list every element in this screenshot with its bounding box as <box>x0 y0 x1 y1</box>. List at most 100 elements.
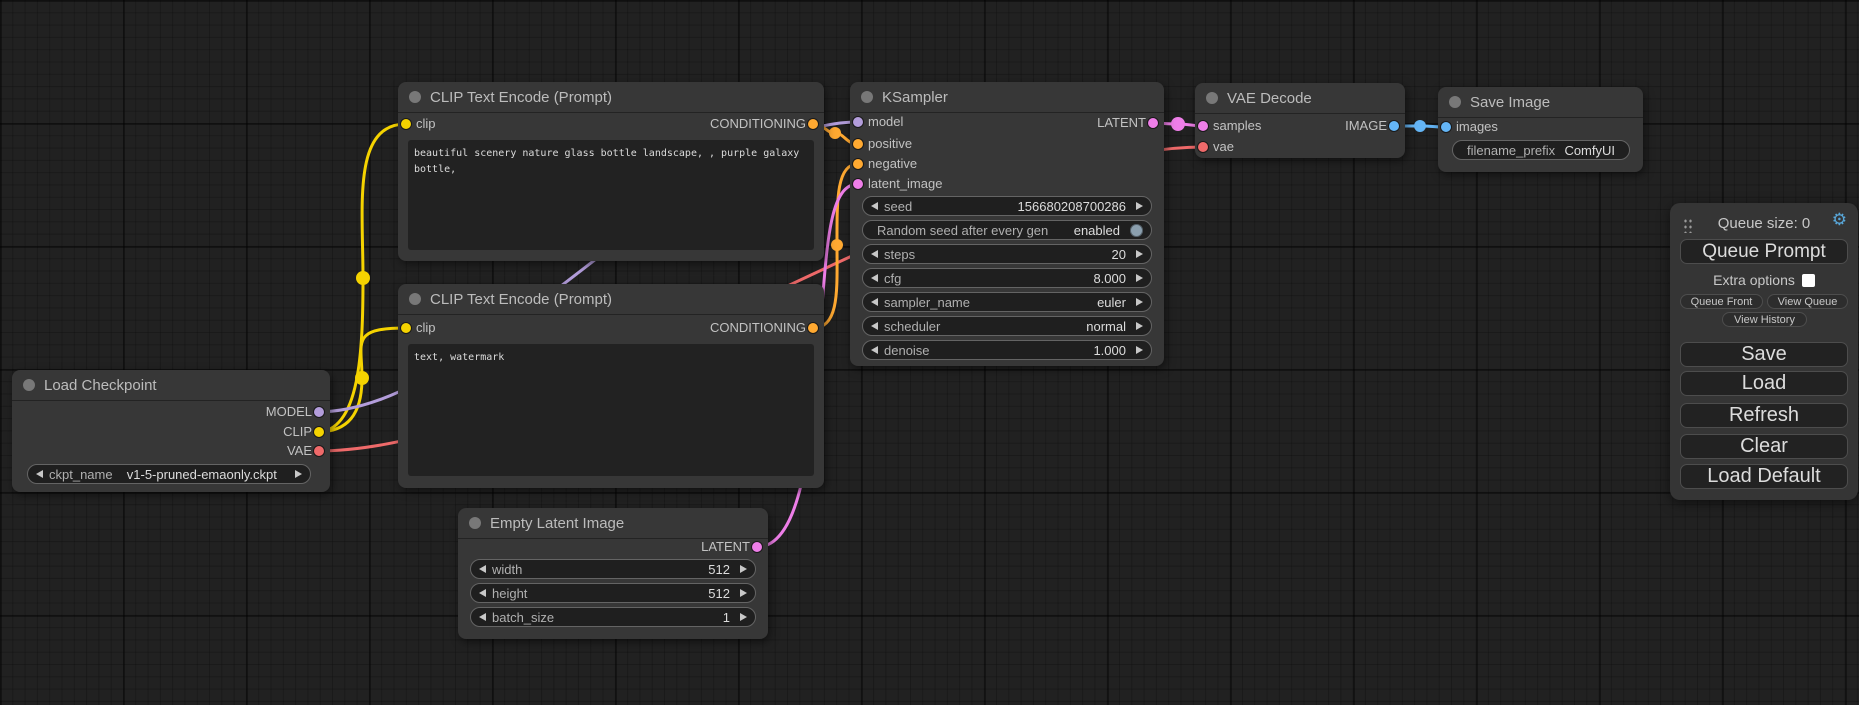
widget-label: steps <box>884 247 915 262</box>
model-input-slot[interactable] <box>853 117 863 127</box>
next-arrow-icon[interactable] <box>740 565 747 573</box>
save-button[interactable]: Save <box>1680 342 1848 367</box>
collapse-dot-icon[interactable] <box>1449 96 1461 108</box>
collapse-dot-icon[interactable] <box>1206 92 1218 104</box>
positive-input-slot[interactable] <box>853 139 863 149</box>
batch-size-widget[interactable]: batch_size 1 <box>470 607 756 627</box>
node-save-image[interactable]: Save Image images filename_prefix ComfyU… <box>1438 87 1643 172</box>
view-queue-button[interactable]: View Queue <box>1767 294 1848 309</box>
ckpt-name-widget[interactable]: ckpt_name v1-5-pruned-emaonly.ckpt <box>27 464 311 484</box>
clip-output-slot[interactable] <box>314 427 324 437</box>
node-clip-text-encode-negative[interactable]: CLIP Text Encode (Prompt) clip CONDITION… <box>398 284 824 488</box>
collapse-dot-icon[interactable] <box>861 91 873 103</box>
filename-prefix-widget[interactable]: filename_prefix ComfyUI <box>1452 140 1630 160</box>
collapse-dot-icon[interactable] <box>409 91 421 103</box>
node-title-bar[interactable]: Empty Latent Image <box>458 508 768 539</box>
refresh-button[interactable]: Refresh <box>1680 403 1848 428</box>
reroute-dot[interactable] <box>829 127 841 139</box>
next-arrow-icon[interactable] <box>1136 322 1143 330</box>
next-arrow-icon[interactable] <box>740 613 747 621</box>
extra-options-checkbox[interactable] <box>1802 274 1815 287</box>
node-empty-latent-image[interactable]: Empty Latent Image LATENT width 512 heig… <box>458 508 768 639</box>
seed-widget[interactable]: seed 156680208700286 <box>862 196 1152 216</box>
prev-arrow-icon[interactable] <box>871 250 878 258</box>
load-default-button[interactable]: Load Default <box>1680 464 1848 489</box>
height-widget[interactable]: height 512 <box>470 583 756 603</box>
samples-input-slot[interactable] <box>1198 121 1208 131</box>
image-output-slot[interactable] <box>1389 121 1399 131</box>
random-seed-toggle-widget[interactable]: Random seed after every gen enabled <box>862 220 1152 240</box>
node-clip-text-encode-positive[interactable]: CLIP Text Encode (Prompt) clip CONDITION… <box>398 82 824 261</box>
node-title-bar[interactable]: CLIP Text Encode (Prompt) <box>398 82 824 113</box>
prev-arrow-icon[interactable] <box>479 613 486 621</box>
input-label-latent-image: latent_image <box>868 176 942 191</box>
prev-arrow-icon[interactable] <box>871 274 878 282</box>
node-title-bar[interactable]: KSampler <box>850 82 1164 113</box>
clip-input-slot[interactable] <box>401 119 411 129</box>
widget-value: 8.000 <box>907 271 1126 286</box>
next-arrow-icon[interactable] <box>1136 202 1143 210</box>
negative-input-slot[interactable] <box>853 159 863 169</box>
latent-output-slot[interactable] <box>752 542 762 552</box>
node-ksampler[interactable]: KSampler LATENT model positive negative … <box>850 82 1164 366</box>
output-label-latent: LATENT <box>1097 115 1146 130</box>
prev-arrow-icon[interactable] <box>479 565 486 573</box>
queue-size-label: Queue size: 0 <box>1670 215 1858 232</box>
reroute-dot[interactable] <box>831 239 843 251</box>
prev-arrow-icon[interactable] <box>871 202 878 210</box>
next-arrow-icon[interactable] <box>1136 274 1143 282</box>
queue-front-button[interactable]: Queue Front <box>1680 294 1763 309</box>
reroute-dot[interactable] <box>355 371 369 385</box>
next-arrow-icon[interactable] <box>1136 298 1143 306</box>
latent-image-input-slot[interactable] <box>853 179 863 189</box>
width-widget[interactable]: width 512 <box>470 559 756 579</box>
prev-arrow-icon[interactable] <box>36 470 43 478</box>
widget-label: width <box>492 562 522 577</box>
node-vae-decode[interactable]: VAE Decode samples vae IMAGE <box>1195 83 1405 158</box>
scheduler-widget[interactable]: scheduler normal <box>862 316 1152 336</box>
refresh-label: Refresh <box>1729 404 1799 427</box>
reroute-dot[interactable] <box>1171 117 1185 131</box>
conditioning-output-slot[interactable] <box>808 119 818 129</box>
next-arrow-icon[interactable] <box>1136 250 1143 258</box>
latent-output-slot[interactable] <box>1148 118 1158 128</box>
comfyui-canvas[interactable]: { "nodes": { "load_checkpoint": { "title… <box>0 0 1859 705</box>
toggle-dot-icon[interactable] <box>1130 224 1143 237</box>
view-history-button[interactable]: View History <box>1722 312 1807 327</box>
node-title-bar[interactable]: VAE Decode <box>1195 83 1405 114</box>
queue-menu-panel[interactable]: Queue size: 0 ⚙ Queue Prompt Extra optio… <box>1670 203 1858 500</box>
prompt-textarea[interactable]: beautiful scenery nature glass bottle la… <box>408 140 814 250</box>
load-button[interactable]: Load <box>1680 371 1848 396</box>
collapse-dot-icon[interactable] <box>469 517 481 529</box>
collapse-dot-icon[interactable] <box>23 379 35 391</box>
prev-arrow-icon[interactable] <box>479 589 486 597</box>
node-title-bar[interactable]: CLIP Text Encode (Prompt) <box>398 284 824 315</box>
denoise-widget[interactable]: denoise 1.000 <box>862 340 1152 360</box>
next-arrow-icon[interactable] <box>1136 346 1143 354</box>
collapse-dot-icon[interactable] <box>409 293 421 305</box>
sampler-name-widget[interactable]: sampler_name euler <box>862 292 1152 312</box>
conditioning-output-slot[interactable] <box>808 323 818 333</box>
node-title-bar[interactable]: Save Image <box>1438 87 1643 118</box>
vae-output-slot[interactable] <box>314 446 324 456</box>
steps-widget[interactable]: steps 20 <box>862 244 1152 264</box>
node-load-checkpoint[interactable]: Load Checkpoint MODEL CLIP VAE ckpt_name… <box>12 370 330 492</box>
prev-arrow-icon[interactable] <box>871 298 878 306</box>
node-title-bar[interactable]: Load Checkpoint <box>12 370 330 401</box>
vae-input-slot[interactable] <box>1198 142 1208 152</box>
reroute-dot[interactable] <box>356 271 370 285</box>
prev-arrow-icon[interactable] <box>871 346 878 354</box>
images-input-slot[interactable] <box>1441 122 1451 132</box>
output-label-vae: VAE <box>287 443 312 458</box>
prompt-textarea[interactable]: text, watermark <box>408 344 814 476</box>
queue-prompt-button[interactable]: Queue Prompt <box>1680 239 1848 264</box>
prev-arrow-icon[interactable] <box>871 322 878 330</box>
clip-input-slot[interactable] <box>401 323 411 333</box>
next-arrow-icon[interactable] <box>295 470 302 478</box>
clear-button[interactable]: Clear <box>1680 434 1848 459</box>
settings-gear-icon[interactable]: ⚙ <box>1832 211 1847 228</box>
next-arrow-icon[interactable] <box>740 589 747 597</box>
reroute-dot[interactable] <box>1414 120 1426 132</box>
model-output-slot[interactable] <box>314 407 324 417</box>
cfg-widget[interactable]: cfg 8.000 <box>862 268 1152 288</box>
